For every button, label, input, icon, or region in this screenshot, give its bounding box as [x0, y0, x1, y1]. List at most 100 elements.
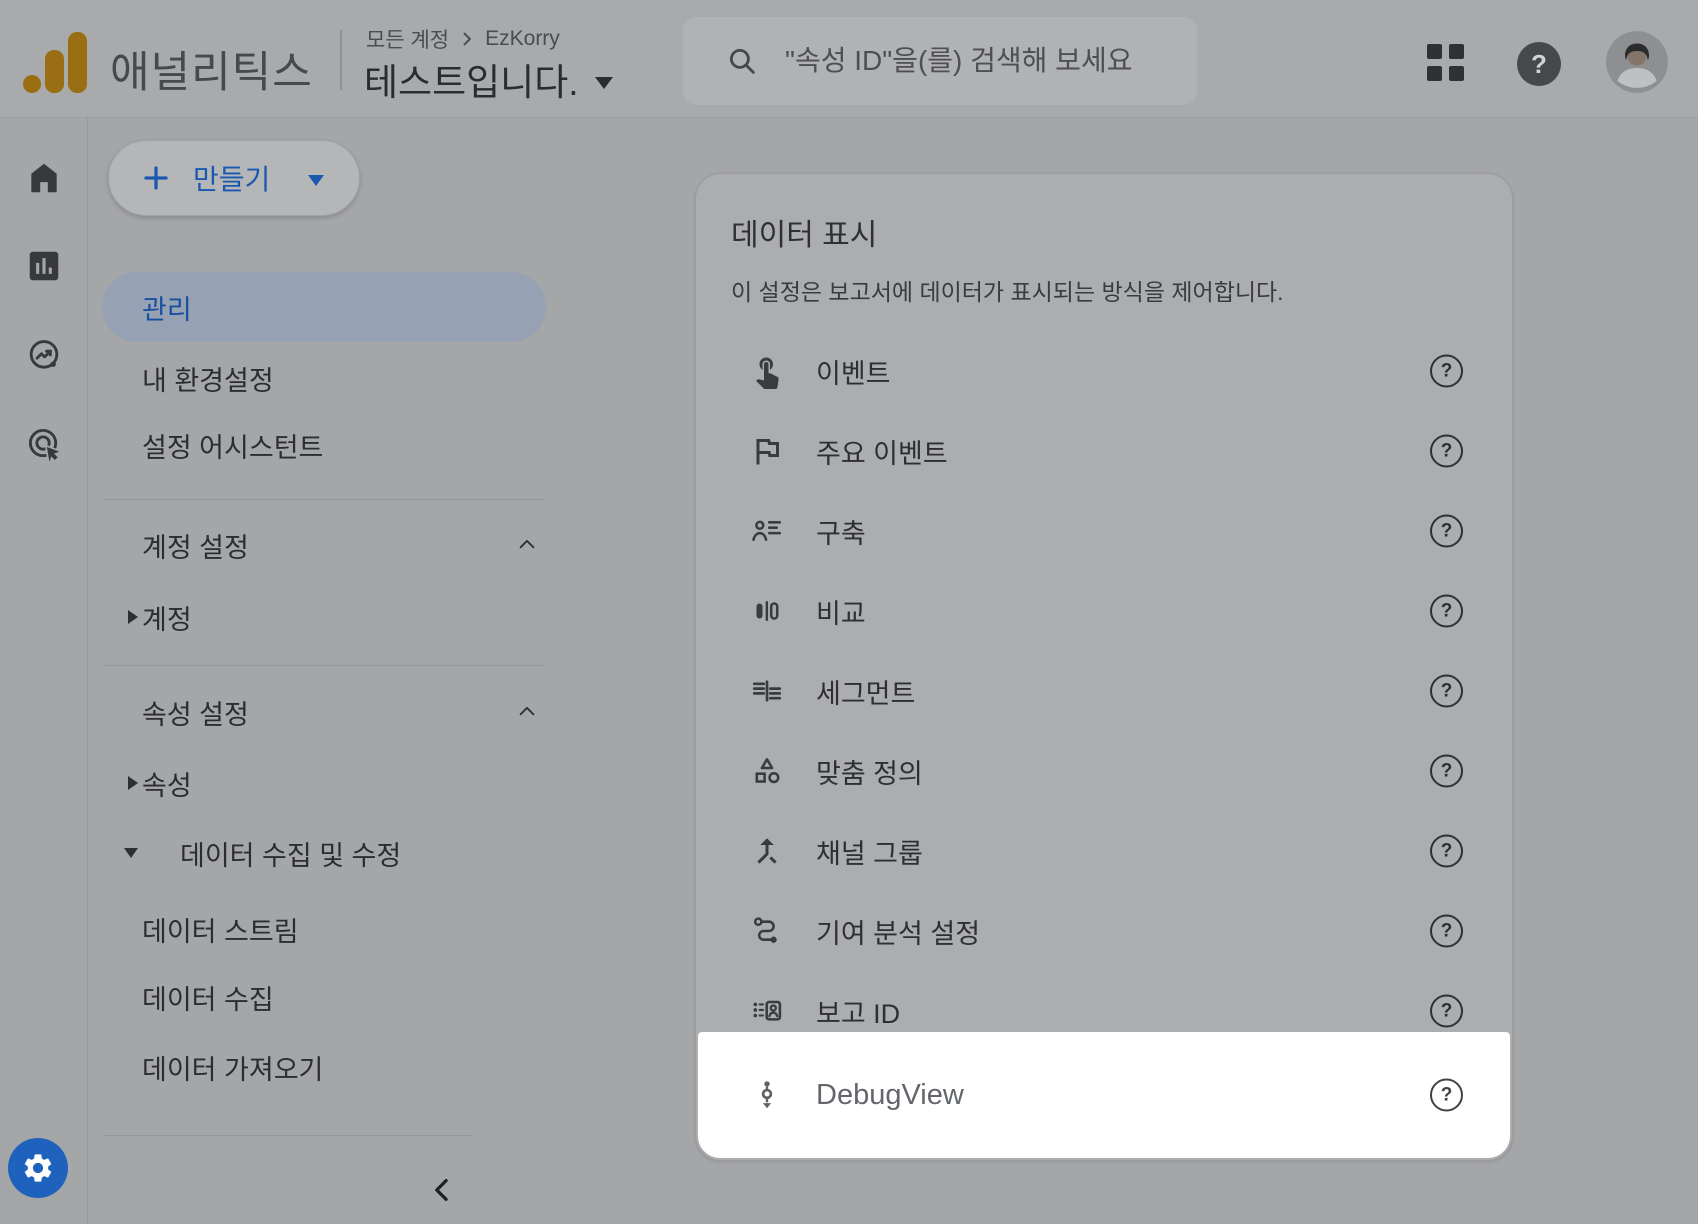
chevron-down-icon[interactable]: [308, 175, 324, 186]
ga-admin-page: 애널리틱스 모든 계정 EzKorry 테스트입니다.: [0, 0, 1698, 1224]
home-icon[interactable]: [25, 159, 63, 197]
row-attribution-settings[interactable]: 기여 분석 설정: [696, 891, 1512, 971]
brand-title: 애널리틱스: [110, 38, 313, 100]
row-segments[interactable]: 세그먼트: [696, 651, 1512, 731]
section-property-settings[interactable]: 속성 설정: [88, 677, 568, 747]
nav-item-account[interactable]: 계정: [88, 582, 568, 652]
chevron-down-icon: [595, 77, 613, 89]
merge-icon: [749, 833, 785, 869]
chevron-left-icon: [428, 1175, 458, 1205]
apps-grid-icon[interactable]: [1427, 44, 1464, 81]
analytics-logo-icon: [45, 50, 64, 93]
gear-icon: [21, 1151, 55, 1185]
compare-icon: [749, 593, 785, 629]
row-debugview[interactable]: DebugView: [698, 1055, 1510, 1135]
chevron-up-icon[interactable]: [516, 534, 538, 556]
top-bar: 애널리틱스 모든 계정 EzKorry 테스트입니다.: [0, 0, 1698, 118]
search-icon: [725, 44, 759, 78]
help-circle-icon[interactable]: [1430, 595, 1463, 628]
nav-item-label: 내 환경설정: [142, 359, 274, 398]
help-circle-icon[interactable]: [1430, 675, 1463, 708]
property-title[interactable]: 테스트입니다.: [364, 52, 579, 106]
help-circle-icon[interactable]: [1430, 755, 1463, 788]
nav-item-data-collect[interactable]: 데이터 수집: [88, 962, 568, 1032]
chevron-up-icon[interactable]: [516, 701, 538, 723]
collapse-arrow-icon[interactable]: [124, 848, 138, 858]
breadcrumb-all-accounts[interactable]: 모든 계정: [366, 24, 449, 54]
nav-item-label: 데이터 스트림: [142, 910, 299, 949]
row-audiences[interactable]: 구축: [696, 491, 1512, 571]
row-label: 보고 ID: [816, 992, 900, 1031]
row-label: 채널 그룹: [816, 832, 923, 871]
card-subtitle: 이 설정은 보고서에 데이터가 표시되는 방식을 제어합니다.: [731, 273, 1284, 307]
help-circle-icon[interactable]: [1430, 355, 1463, 388]
help-circle-icon[interactable]: [1430, 515, 1463, 548]
row-comparisons[interactable]: 비교: [696, 571, 1512, 651]
nav-item-setup-assistant[interactable]: 설정 어시스턴트: [88, 410, 568, 480]
help-circle-icon[interactable]: [1430, 835, 1463, 868]
help-circle-icon[interactable]: [1430, 435, 1463, 468]
property-selector[interactable]: 테스트입니다.: [364, 52, 613, 106]
settings-list: 이벤트 주요 이벤트 구축: [696, 331, 1512, 1051]
row-channel-groups[interactable]: 채널 그룹: [696, 811, 1512, 891]
search-bar[interactable]: [683, 17, 1197, 105]
help-icon[interactable]: [1517, 42, 1561, 86]
admin-nav: 만들기 관리 내 환경설정 설정 어시스턴트 계정 설정 계정 속성 설정: [88, 118, 568, 1224]
nav-item-data-import[interactable]: 데이터 가져오기: [88, 1032, 568, 1102]
row-label: 비교: [816, 592, 866, 631]
row-custom-definitions[interactable]: 맞춤 정의: [696, 731, 1512, 811]
search-input[interactable]: [785, 45, 1185, 77]
segment-icon: [749, 673, 785, 709]
nav-item-data-streams[interactable]: 데이터 스트림: [88, 894, 568, 964]
avatar[interactable]: [1606, 31, 1668, 93]
section-label: 속성 설정: [142, 693, 249, 732]
shapes-icon: [749, 753, 785, 789]
topbar-divider: [340, 30, 342, 90]
nav-item-data-collection[interactable]: 데이터 수집 및 수정: [88, 818, 568, 888]
nav-divider: [104, 665, 544, 666]
card-title: 데이터 표시: [731, 210, 877, 254]
row-events[interactable]: 이벤트: [696, 331, 1512, 411]
row-label: 주요 이벤트: [816, 432, 948, 471]
reports-icon[interactable]: [25, 247, 63, 285]
debugview-spotlight: DebugView: [698, 1032, 1510, 1158]
nav-item-property[interactable]: 속성: [88, 748, 568, 818]
help-circle-icon[interactable]: [1430, 915, 1463, 948]
reporting-identity-icon: [749, 993, 785, 1029]
nav-item-admin[interactable]: 관리: [102, 272, 546, 342]
section-label: 계정 설정: [142, 526, 249, 565]
breadcrumb-account[interactable]: EzKorry: [485, 27, 560, 51]
row-label: DebugView: [816, 1079, 964, 1112]
help-circle-icon[interactable]: [1430, 1079, 1463, 1112]
create-button[interactable]: 만들기: [108, 140, 360, 216]
collapse-nav-button[interactable]: [418, 1165, 468, 1215]
analytics-logo-icon: [23, 75, 41, 93]
row-label: 세그먼트: [816, 672, 915, 711]
expand-arrow-icon[interactable]: [128, 610, 138, 624]
attribution-icon: [749, 913, 785, 949]
chevron-right-icon: [457, 29, 477, 49]
row-label: 구축: [816, 512, 866, 551]
breadcrumb[interactable]: 모든 계정 EzKorry: [366, 24, 560, 54]
section-account-settings[interactable]: 계정 설정: [88, 510, 568, 580]
debugview-icon: [749, 1077, 785, 1113]
nav-item-label: 데이터 수집: [142, 978, 274, 1017]
explore-icon[interactable]: [25, 336, 63, 374]
expand-arrow-icon[interactable]: [128, 776, 138, 790]
nav-divider: [104, 499, 544, 500]
nav-item-preferences[interactable]: 내 환경설정: [88, 343, 568, 413]
row-key-events[interactable]: 주요 이벤트: [696, 411, 1512, 491]
nav-item-label: 데이터 가져오기: [142, 1048, 323, 1087]
row-label: 맞춤 정의: [816, 752, 923, 791]
nav-item-label: 계정: [142, 598, 192, 637]
plus-icon: [141, 163, 171, 193]
create-button-label: 만들기: [193, 158, 270, 198]
nav-item-label: 데이터 수집 및 수정: [180, 834, 401, 873]
help-circle-icon[interactable]: [1430, 995, 1463, 1028]
nav-divider: [104, 1135, 473, 1136]
admin-settings-button[interactable]: [8, 1138, 68, 1198]
advertising-icon[interactable]: [25, 425, 63, 463]
left-rail: [0, 118, 88, 1224]
nav-item-label: 관리: [142, 288, 192, 327]
nav-item-label: 설정 어시스턴트: [142, 426, 323, 465]
